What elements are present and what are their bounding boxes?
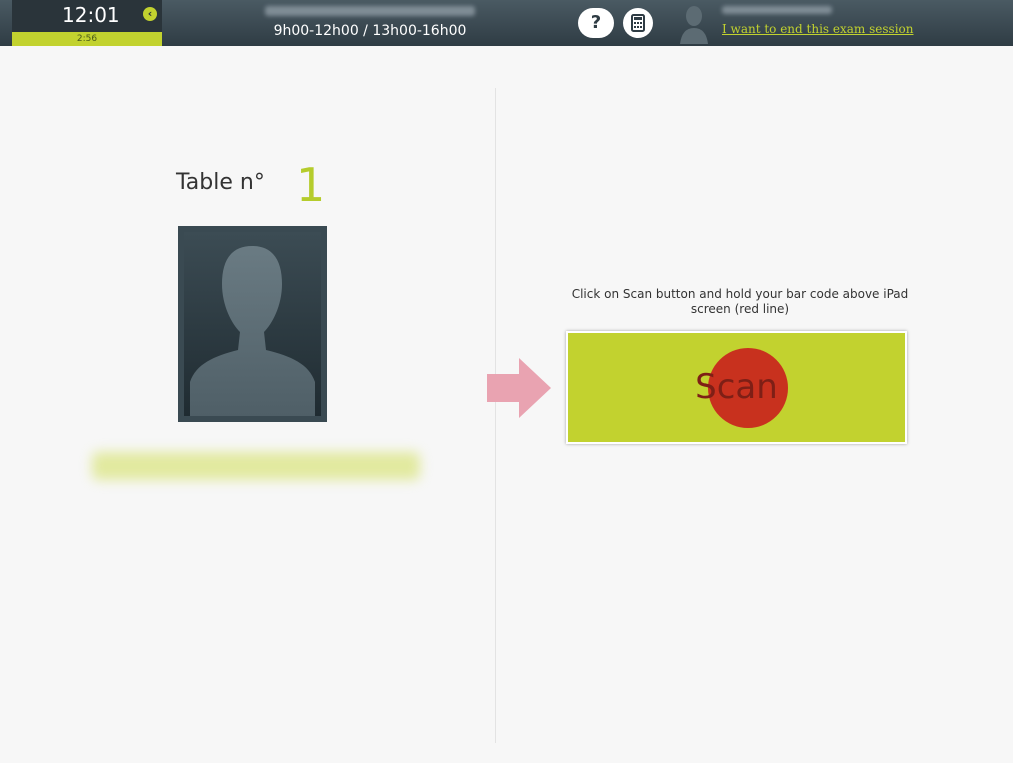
scan-button[interactable]: Scan: [566, 331, 907, 444]
table-label: Table n°: [176, 170, 265, 195]
candidate-photo-placeholder: [178, 226, 327, 422]
end-session-link[interactable]: I want to end this exam session: [722, 22, 913, 36]
clock-time: 12:01: [62, 3, 120, 27]
session-info: 9h00-12h00 / 13h00-16h00: [230, 3, 510, 39]
back-icon[interactable]: ‹: [143, 7, 157, 21]
top-bar: 12:01 ‹ 2:56 9h00-12h00 / 13h00-16h00 ? …: [0, 0, 1013, 46]
user-silhouette-icon: [680, 6, 708, 44]
scan-instruction: Click on Scan button and hold your bar c…: [571, 287, 909, 316]
session-hours: 9h00-12h00 / 13h00-16h00: [273, 23, 467, 39]
help-symbol: ?: [590, 12, 602, 33]
scan-button-label: Scan: [695, 367, 778, 407]
person-silhouette-icon: [190, 246, 315, 416]
user-name-redacted: [722, 6, 832, 14]
candidate-name-redacted: [92, 452, 420, 480]
clock-panel: 12:01 ‹ 2:56: [12, 0, 162, 46]
table-number: 1: [296, 158, 326, 212]
calculator-glyph: [631, 14, 645, 32]
time-remaining: 2:56: [12, 32, 162, 46]
session-details-redacted: [265, 6, 475, 16]
help-icon[interactable]: ?: [578, 8, 614, 38]
pointer-arrow-icon: [487, 358, 551, 418]
calculator-icon[interactable]: [623, 8, 653, 38]
